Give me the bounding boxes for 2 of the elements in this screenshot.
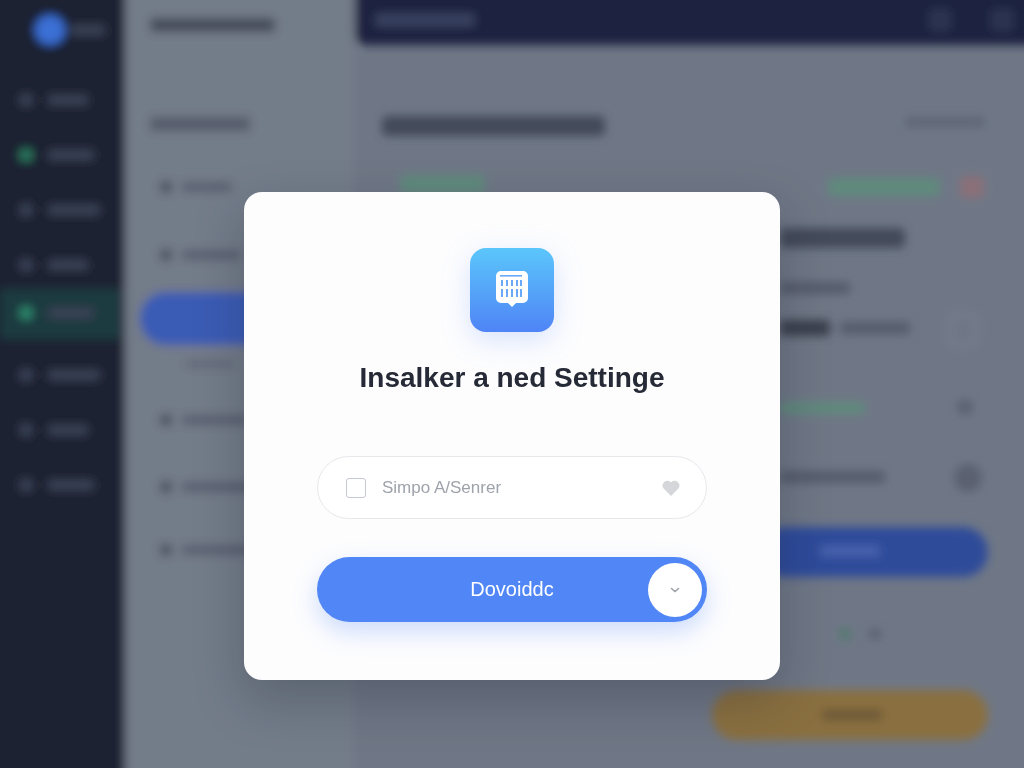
chevron-down-icon[interactable]: [648, 562, 702, 617]
primary-button[interactable]: Dovoiddc: [317, 557, 707, 622]
